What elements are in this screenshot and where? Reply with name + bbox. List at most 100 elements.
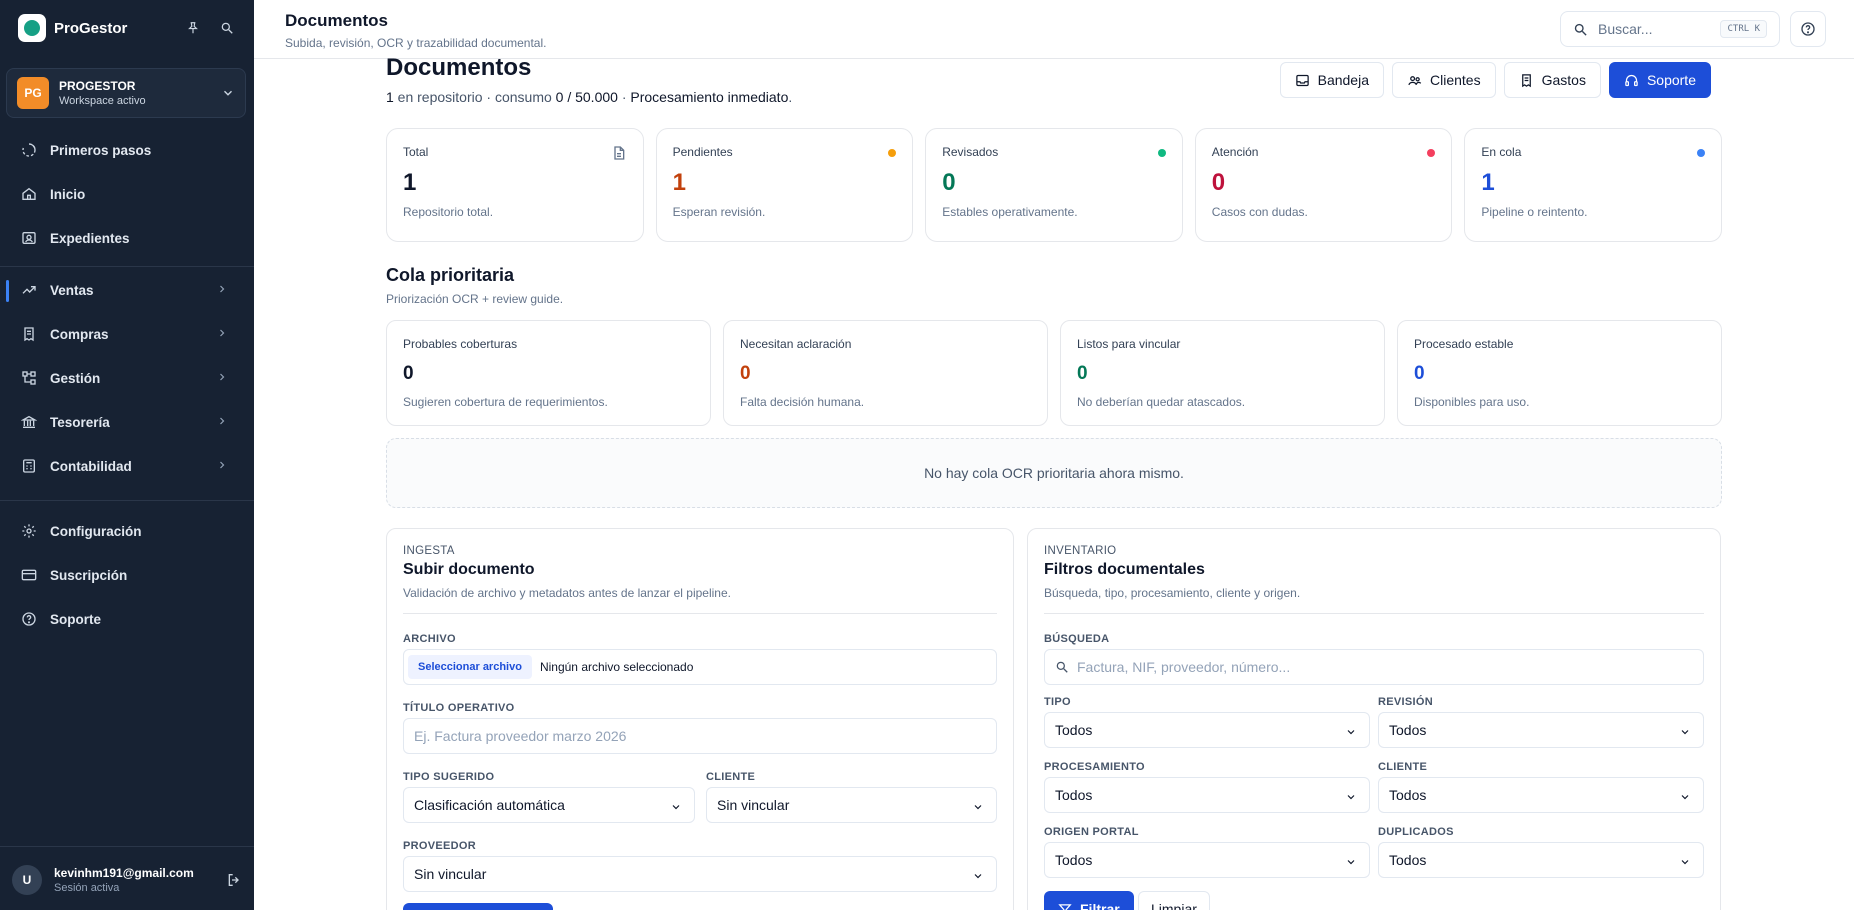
clear-button[interactable]: Limpiar [1138,891,1210,910]
procesamiento-select[interactable]: Todos [1044,777,1370,813]
brand-name: ProGestor [54,19,128,37]
sidebar-item-expedientes[interactable]: Expedientes [0,220,254,256]
help-circle-icon [1801,22,1815,36]
filter-label: CLIENTE [1378,761,1428,773]
upload-button[interactable] [403,903,553,910]
help-circle-icon [20,610,38,628]
sidebar-item-compras[interactable]: Compras [0,316,254,352]
queue-value: 0 [403,363,414,384]
help-button[interactable] [1790,11,1826,47]
chevron-down-icon [1681,860,1689,865]
circle-progress-icon [20,141,38,159]
workspace-switcher[interactable]: PG PROGESTOR Workspace activo [6,68,246,118]
global-search[interactable]: Buscar... CTRL K [1560,11,1780,47]
usage-value: 0 / 50.000 [555,89,618,105]
filter-button[interactable]: Filtrar [1044,891,1134,910]
bandeja-button[interactable]: Bandeja [1279,62,1384,98]
search-icon[interactable] [214,15,240,41]
origen-portal-select[interactable]: Todos [1044,842,1370,878]
document-search-input[interactable]: Factura, NIF, proveedor, número... [1044,649,1704,685]
search-label: BÚSQUEDA [1044,633,1110,645]
queue-label: Probables coberturas [403,337,518,351]
clientes-button[interactable]: Clientes [1392,62,1496,98]
type-select[interactable]: Clasificación automática [403,787,695,823]
sidebar-item-suscripcion[interactable]: Suscripción [0,557,254,593]
header-title: Documentos [285,11,388,30]
panel-eyebrow: INVENTARIO [1044,545,1117,557]
processing-separator: · [617,89,631,105]
queue-description: Sugieren cobertura de requerimientos. [403,395,608,409]
workspace-status: Workspace activo [59,95,146,107]
revision-select[interactable]: Todos [1378,712,1704,748]
app-logo-icon [18,14,46,42]
sidebar-item-tesoreria[interactable]: Tesorería [0,404,254,440]
queue-description: No deberían quedar atascados. [1077,395,1246,409]
select-value: Sin vincular [717,797,790,813]
stat-label: Atención [1211,145,1259,159]
duplicados-select[interactable]: Todos [1378,842,1704,878]
panel-title: Filtros documentales [1044,561,1205,578]
sidebar: ProGestor PG PROGESTOR Workspace activo … [0,0,254,910]
gastos-button[interactable]: Gastos [1503,62,1601,98]
chevron-down-icon [224,90,232,96]
sidebar-item-ventas[interactable]: Ventas [0,272,254,308]
stat-description: Pipeline o reintento. [1481,205,1588,219]
stat-label: Total [403,145,429,159]
queue-label: Listos para vincular [1077,337,1181,351]
provider-label: PROVEEDOR [403,840,476,852]
logout-icon[interactable] [226,872,242,888]
folder-user-icon [20,229,38,247]
queue-card: Listos para vincular 0 No deberían queda… [1060,320,1385,426]
sidebar-item-label: Primeros pasos [50,142,152,158]
receipt-icon [1519,73,1534,88]
repo-count: 1 [386,89,394,105]
file-input[interactable]: Seleccionar archivo Ningún archivo selec… [403,649,997,685]
title-input[interactable]: Ej. Factura proveedor marzo 2026 [403,718,997,754]
filter-label: REVISIÓN [1378,696,1433,708]
pin-icon[interactable] [180,15,206,41]
sidebar-item-inicio[interactable]: Inicio [0,176,254,212]
stat-value: 0 [1211,169,1226,196]
sidebar-item-gestion[interactable]: Gestión [0,360,254,396]
tipo-select[interactable]: Todos [1044,712,1370,748]
file-label: ARCHIVO [403,633,456,645]
select-value: Sin vincular [414,866,487,882]
app-root: ProGestor PG PROGESTOR Workspace activo … [0,0,1854,910]
stat-value: 1 [672,169,686,196]
workspace-name: PROGESTOR [59,79,136,93]
section-title: Cola prioritaria [386,265,515,285]
stat-label: En cola [1481,145,1522,159]
sidebar-item-label: Configuración [50,523,142,539]
sidebar-item-configuracion[interactable]: Configuración [0,513,254,549]
soporte-button[interactable]: Soporte [1608,62,1711,98]
panel-subtitle: Búsqueda, tipo, procesamiento, cliente y… [1044,586,1301,600]
page-title: Documentos [386,54,532,81]
stat-card-atencion: Atención 0 Casos con dudas. [1194,128,1453,242]
processing-end: . [788,89,793,105]
select-value: Todos [1055,722,1093,738]
avatar: U [12,865,42,895]
status-dot [1696,149,1705,157]
queue-description: Falta decisión humana. [740,395,865,409]
stat-label: Pendientes [672,145,733,159]
workflow-icon [20,369,38,387]
button-label: Filtrar [1080,901,1120,910]
chevron-right-icon [220,285,225,293]
panel-eyebrow: INGESTA [403,545,455,557]
sidebar-item-soporte[interactable]: Soporte [0,601,254,637]
gear-icon [20,522,38,540]
client-select[interactable]: Sin vincular [706,787,997,823]
button-label: Limpiar [1151,901,1197,910]
select-file-button[interactable]: Seleccionar archivo [408,655,532,679]
chevron-down-icon [672,805,680,810]
sidebar-item-contabilidad[interactable]: Contabilidad [0,448,254,484]
sidebar-item-primeros-pasos[interactable]: Primeros pasos [0,132,254,168]
upload-panel: INGESTA Subir documento Validación de ar… [386,528,1014,910]
sidebar-divider [0,500,254,501]
chevron-down-icon [1681,730,1689,735]
provider-select[interactable]: Sin vincular [403,856,997,892]
select-value: Todos [1055,852,1093,868]
trending-up-icon [20,281,38,299]
cliente-select[interactable]: Todos [1378,777,1704,813]
sidebar-item-label: Suscripción [50,567,128,583]
